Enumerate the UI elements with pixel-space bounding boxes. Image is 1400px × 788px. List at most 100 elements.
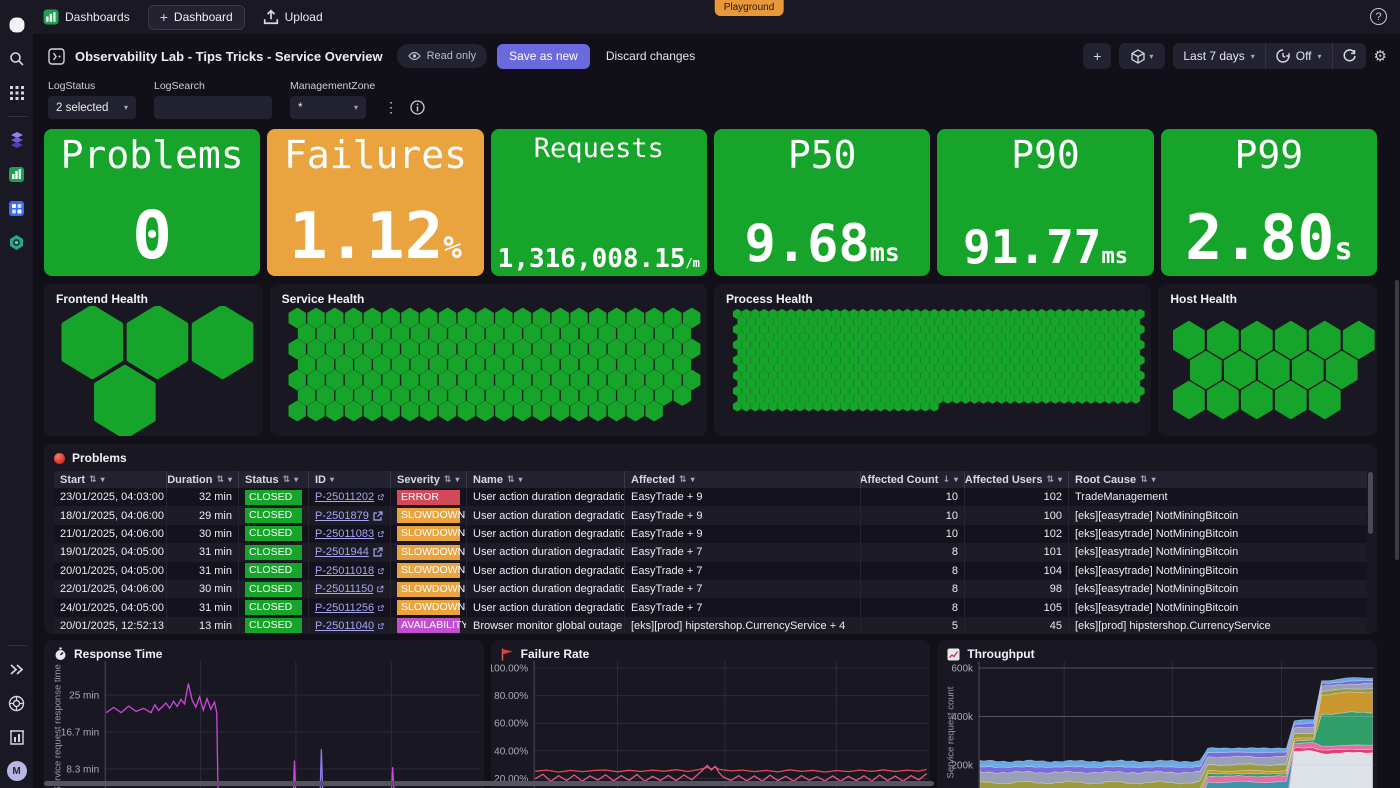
hexagon-tile[interactable] xyxy=(750,339,760,350)
hexagon-tile[interactable] xyxy=(943,378,953,389)
hexagon-tile[interactable] xyxy=(447,354,466,375)
kpi-tile-failures[interactable]: Failures 1.12% xyxy=(267,129,484,276)
hexagon-tile[interactable] xyxy=(938,355,948,366)
hexagon-tile[interactable] xyxy=(979,378,988,389)
hexagon-tile[interactable] xyxy=(813,339,823,350)
hexagon-tile[interactable] xyxy=(607,338,625,360)
hexagon-tile[interactable] xyxy=(635,323,654,344)
hexagon-tile[interactable] xyxy=(831,324,841,335)
hexagon-tile[interactable] xyxy=(306,307,325,329)
hexagon-tile[interactable] xyxy=(862,362,872,373)
hexagon-tile[interactable] xyxy=(920,339,930,350)
hexagon-tile[interactable] xyxy=(1023,362,1033,373)
hexagon-tile[interactable] xyxy=(1113,378,1123,389)
hexagon-tile[interactable] xyxy=(1077,378,1087,389)
column-header-affected[interactable]: Affected ⇅ ▾ xyxy=(625,471,861,488)
hexagon-tile[interactable] xyxy=(1050,332,1060,343)
hexagon-tile[interactable] xyxy=(1190,350,1223,390)
hexagon-tile[interactable] xyxy=(817,393,827,404)
hexagon-tile[interactable] xyxy=(777,339,787,350)
hexagon-tile[interactable] xyxy=(541,354,560,375)
hexagon-tile[interactable] xyxy=(983,308,993,320)
log-search-input[interactable] xyxy=(154,96,272,119)
hexagon-tile[interactable] xyxy=(391,323,409,344)
hexagon-tile[interactable] xyxy=(1135,385,1145,397)
problem-id-link[interactable]: P-25011150 xyxy=(315,583,373,595)
dashboards-app-icon[interactable] xyxy=(4,161,30,187)
hexagon-tile[interactable] xyxy=(522,323,541,344)
hexagon-tile[interactable] xyxy=(997,332,1006,343)
hexagon-tile[interactable] xyxy=(626,307,644,329)
hexagon-tile[interactable] xyxy=(876,339,885,350)
hexagon-tile[interactable] xyxy=(791,332,800,343)
hexagon-tile[interactable] xyxy=(732,370,742,381)
hexagon-tile[interactable] xyxy=(764,316,774,327)
hexagon-tile[interactable] xyxy=(889,393,899,404)
discard-changes-button[interactable]: Discard changes xyxy=(606,49,695,63)
horizontal-scrollbar[interactable] xyxy=(44,781,934,786)
hexagon-tile[interactable] xyxy=(835,378,845,389)
hexagon-tile[interactable] xyxy=(988,393,997,404)
hexagon-tile[interactable] xyxy=(835,362,845,373)
hexagon-tile[interactable] xyxy=(970,347,979,358)
hexagon-tile[interactable] xyxy=(853,347,863,358)
hexagon-tile[interactable] xyxy=(916,362,926,373)
hexagon-tile[interactable] xyxy=(419,400,438,422)
hexagon-tile[interactable] xyxy=(1077,393,1087,404)
hexagon-tile[interactable] xyxy=(1113,347,1123,358)
settings-gear-icon[interactable]: ⚙ xyxy=(1374,47,1387,65)
hexagon-tile[interactable] xyxy=(867,308,876,320)
hexagon-tile[interactable] xyxy=(1037,355,1047,366)
column-header-name[interactable]: Name ⇅ ▾ xyxy=(467,471,625,488)
hexagon-tile[interactable] xyxy=(1131,378,1141,389)
hexagon-tile[interactable] xyxy=(822,401,832,412)
hexagon-tile[interactable] xyxy=(1131,393,1141,404)
table-scrollbar[interactable] xyxy=(1368,472,1373,534)
hexagon-tile[interactable] xyxy=(876,324,885,335)
external-link-icon[interactable] xyxy=(378,566,384,576)
hexagon-tile[interactable] xyxy=(1091,370,1100,381)
hexagon-tile[interactable] xyxy=(353,354,372,375)
hexagon-tile[interactable] xyxy=(844,393,854,404)
hexagon-tile[interactable] xyxy=(1095,332,1105,343)
hexagon-tile[interactable] xyxy=(840,308,850,320)
hexagon-tile[interactable] xyxy=(1028,324,1038,335)
hexagon-tile[interactable] xyxy=(800,378,809,389)
hexagon-tile[interactable] xyxy=(741,324,751,335)
hexagon-tile[interactable] xyxy=(903,355,912,366)
hexagon-tile[interactable] xyxy=(1122,332,1132,343)
hexagon-tile[interactable] xyxy=(755,362,765,373)
failure-rate-chart[interactable]: 100.00%80.00%60.00%40.00%20.00% xyxy=(491,661,931,788)
hexagon-tile[interactable] xyxy=(419,369,438,391)
hexagon-tile[interactable] xyxy=(1082,308,1091,320)
hexagon-tile[interactable] xyxy=(1014,393,1024,404)
hexagon-tile[interactable] xyxy=(916,378,926,389)
hexagon-tile[interactable] xyxy=(782,362,791,373)
hexagon-tile[interactable] xyxy=(817,378,827,389)
hexagon-tile[interactable] xyxy=(476,307,494,329)
hexagon-tile[interactable] xyxy=(645,369,663,391)
hexagon-tile[interactable] xyxy=(1019,355,1029,366)
hexagon-tile[interactable] xyxy=(956,308,966,320)
hexagon-tile[interactable] xyxy=(809,378,818,389)
hexagon-tile[interactable] xyxy=(956,324,966,335)
hexagon-tile[interactable] xyxy=(835,316,845,327)
hexagon-tile[interactable] xyxy=(903,370,912,381)
hexagon-tile[interactable] xyxy=(1006,332,1015,343)
hexagon-tile[interactable] xyxy=(560,354,579,375)
hexagon-tile[interactable] xyxy=(741,355,751,366)
hexagon-tile[interactable] xyxy=(1207,380,1240,420)
hexagon-tile[interactable] xyxy=(1023,332,1033,343)
hexagon-tile[interactable] xyxy=(1082,355,1091,366)
hexagon-tile[interactable] xyxy=(903,324,912,335)
hexagon-tile[interactable] xyxy=(768,339,778,350)
hexagon-tile[interactable] xyxy=(1100,324,1109,335)
hexagon-tile[interactable] xyxy=(755,378,765,389)
hexagon-tile[interactable] xyxy=(1050,378,1060,389)
hexagon-tile[interactable] xyxy=(1032,316,1042,327)
hexagon-tile[interactable] xyxy=(504,323,522,344)
hexagon-tile[interactable] xyxy=(943,347,953,358)
hexagon-tile[interactable] xyxy=(410,354,428,375)
problem-id-link[interactable]: P-2501879 xyxy=(315,510,369,522)
hexagon-tile[interactable] xyxy=(1241,380,1274,420)
